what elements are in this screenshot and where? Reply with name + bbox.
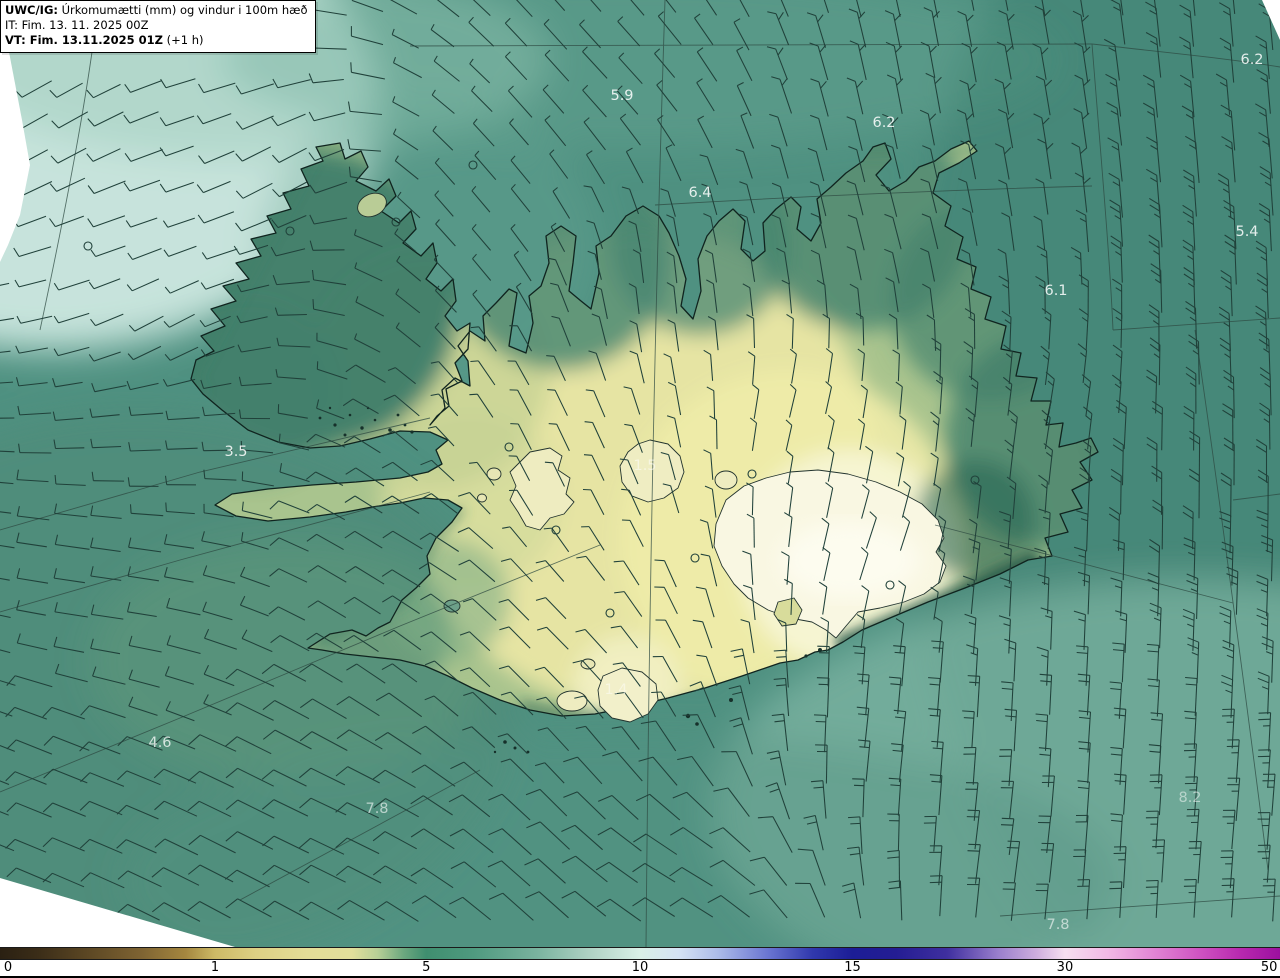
glacier-tungnafellsjokull <box>714 470 738 490</box>
contour-label-8.2: 8.2 <box>1178 790 1201 806</box>
valid-time: VT: Fim. 13.11.2025 01Z <box>5 33 163 48</box>
init-time: IT: Fim. 13. 11. 2025 00Z <box>5 18 149 33</box>
precipitation-colorbar: 0 1 5 10 15 30 50 <box>0 947 1280 978</box>
contour-label-6.1: 6.1 <box>1044 283 1067 299</box>
valid-time-line: VT: Fim. 13.11.2025 01Z (+1 h) <box>5 33 308 48</box>
glacier-oraefajokull-bright <box>780 522 920 598</box>
colorbar-tick-50: 50 <box>1260 960 1278 975</box>
contour-label-7.8: 7.8 <box>365 801 388 817</box>
contour-label-6.4: 6.4 <box>688 185 711 201</box>
colorbar-tick-15: 15 <box>844 960 861 975</box>
colorbar-tick-5: 5 <box>422 960 431 975</box>
contour-label-1.5: 1.5 <box>633 458 656 474</box>
colorbar-tick-labels: 0 1 5 10 15 30 50 <box>0 960 1280 975</box>
weather-app-window: 5.9 6.2 6.4 6.2 5.4 6.1 3.5 4.6 7.8 8.2 7.8 1.5 1.4 … <box>0 0 1280 978</box>
valid-offset: (+1 h) <box>162 33 204 48</box>
contour-label-5.9: 5.9 <box>610 88 633 104</box>
weather-map[interactable]: 5.9 6.2 6.4 6.2 5.4 6.1 3.5 4.6 7.8 8.2 7.8 1.5 1.4 <box>0 0 1280 947</box>
contour-label-5.4: 5.4 <box>1235 224 1258 240</box>
contour-label-6.2: 6.2 <box>1240 52 1263 68</box>
glacier-eyjafjallajokull <box>556 690 588 712</box>
map-title-box: UWC/IG: Úrkomumætti (mm) og vindur i 100… <box>0 0 316 53</box>
colorbar-gradient <box>0 947 1280 960</box>
contour-label-6.2: 6.2 <box>872 115 895 131</box>
contour-label-7.8: 7.8 <box>1046 917 1069 933</box>
map-title-text: Úrkomumætti (mm) og vindur i 100m hæð <box>57 3 308 17</box>
glacier-ok <box>477 493 487 503</box>
lake-thingvallavatn <box>443 599 461 613</box>
contour-label-3.5: 3.5 <box>224 444 247 460</box>
map-title-line: UWC/IG: Úrkomumætti (mm) og vindur i 100… <box>5 3 308 18</box>
colorbar-tick-0: 0 <box>3 960 13 975</box>
product-id: UWC/IG: <box>5 3 58 17</box>
colorbar-tick-1: 1 <box>210 960 220 975</box>
contour-label-1.4: 1.4 <box>604 682 627 698</box>
contour-label-4.6: 4.6 <box>148 735 171 751</box>
colorbar-tick-30: 30 <box>1056 960 1074 975</box>
colorbar-tick-10: 10 <box>631 960 649 975</box>
